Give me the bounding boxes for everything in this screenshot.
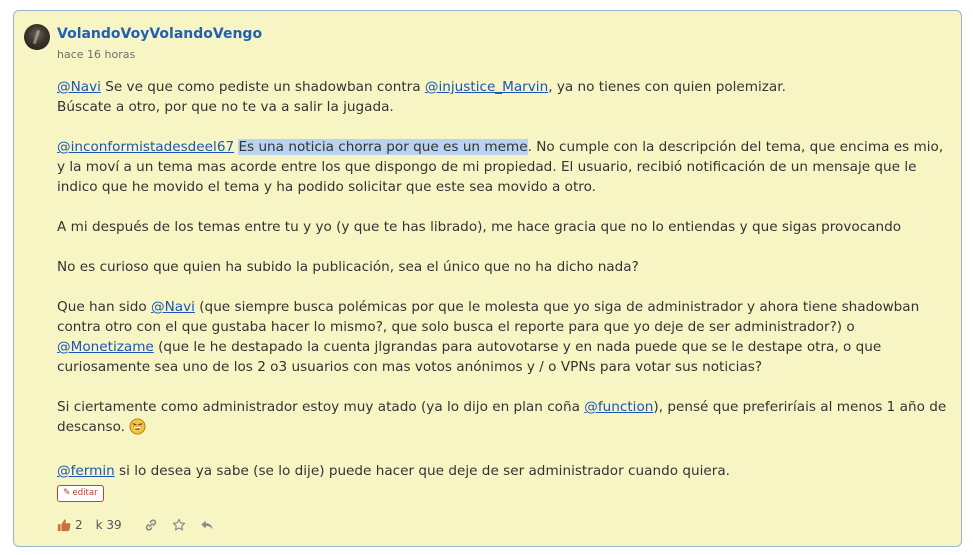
edit-label: editar	[72, 488, 98, 498]
text: Si ciertamente como administrador estoy …	[57, 399, 585, 415]
laughing-emoji	[129, 418, 146, 441]
text: (que le he destapado la cuenta jlgrandas…	[57, 339, 882, 375]
like-count: 2	[75, 518, 83, 532]
mention-function[interactable]: @function	[584, 399, 653, 415]
permalink-button[interactable]	[144, 518, 158, 532]
star-icon	[172, 518, 186, 532]
reply-icon	[200, 518, 214, 532]
pencil-icon: ✎	[63, 488, 71, 498]
paragraph-3: A mi después de los temas entre tu y yo …	[57, 219, 902, 235]
text: si lo desea ya sabe (se lo dije) puede h…	[114, 463, 730, 479]
avatar[interactable]	[24, 24, 50, 50]
timestamp: hace 16 horas	[57, 48, 136, 61]
paragraph-4: No es curioso que quien ha subido la pub…	[57, 259, 639, 275]
paragraph-2: @inconformistadesdeel67 Es una noticia c…	[57, 137, 947, 197]
mention-fermin[interactable]: @fermin	[57, 463, 115, 479]
link-icon	[144, 518, 158, 532]
text: , ya no tienes con quien polemizar.	[548, 79, 786, 95]
mention-injustice-marvin[interactable]: @injustice_Marvin	[425, 79, 548, 95]
text: Búscate a otro, por que no te va a salir…	[57, 99, 394, 115]
thumbs-up-icon	[57, 518, 71, 532]
paragraph-5: Que han sido @Navi (que siempre busca po…	[57, 297, 947, 377]
karma-label: k 39	[95, 518, 122, 532]
comment-body: @Navi Se ve que como pediste un shadowba…	[57, 77, 947, 501]
mention-navi[interactable]: @Navi	[57, 79, 101, 95]
mention-inconformistadesdeel67[interactable]: @inconformistadesdeel67	[57, 139, 234, 155]
comment-actions: 2 k 39	[57, 516, 214, 534]
mention-navi[interactable]: @Navi	[151, 299, 195, 315]
like-button[interactable]: 2	[57, 518, 83, 532]
username-link[interactable]: VolandoVoyVolandoVengo	[57, 26, 262, 42]
paragraph-1: @Navi Se ve que como pediste un shadowba…	[57, 77, 947, 117]
text: Se ve que como pediste un shadowban cont…	[100, 79, 425, 95]
reply-button[interactable]	[200, 518, 214, 532]
favorite-button[interactable]	[172, 518, 186, 532]
mention-monetizame[interactable]: @Monetizame	[57, 339, 154, 355]
paragraph-7: @fermin si lo desea ya sabe (se lo dije)…	[57, 461, 947, 481]
edit-button[interactable]: ✎ editar	[57, 485, 104, 502]
paragraph-6: Si ciertamente como administrador estoy …	[57, 397, 947, 441]
text: Que han sido	[57, 299, 152, 315]
selected-text: Es una noticia chorra por que es un meme	[238, 139, 528, 155]
comment-card: VolandoVoyVolandoVengo hace 16 horas @Na…	[13, 10, 962, 547]
